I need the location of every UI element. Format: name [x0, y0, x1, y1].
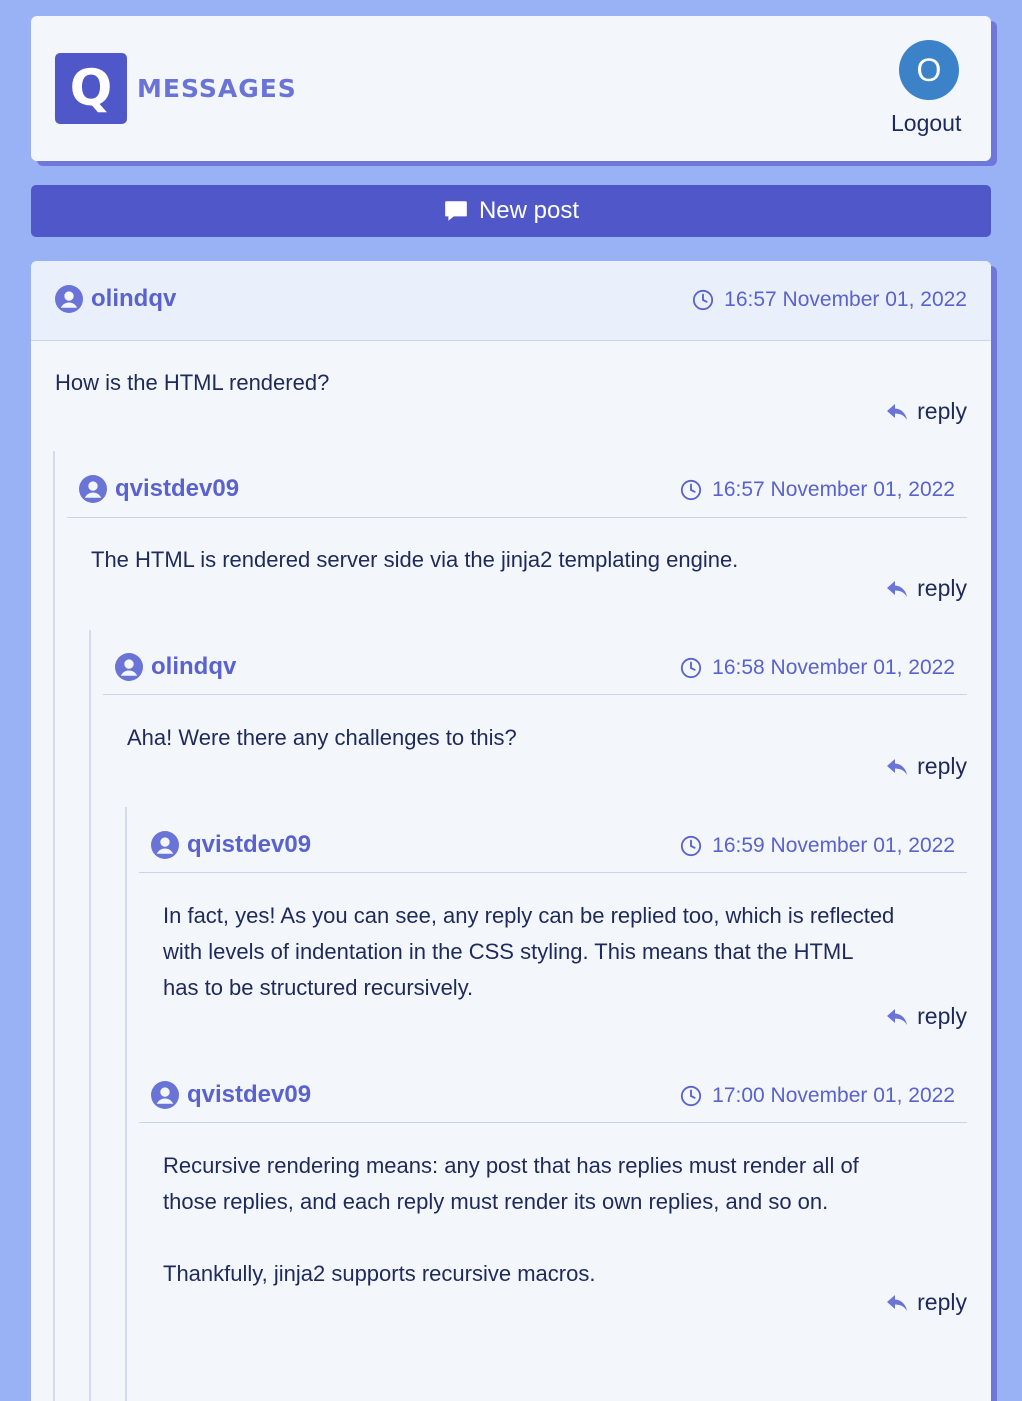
post-body-line — [163, 1220, 983, 1256]
clock-icon — [693, 289, 714, 311]
post-author-name: qvistdev09 — [187, 1081, 312, 1108]
post-time: 17:00 November 01, 2022 — [712, 1084, 955, 1107]
thread-card: olindqv 16:57 November 01, 2022 How is t… — [31, 261, 991, 1401]
post-body-line: with levels of indentation in the CSS st… — [163, 939, 854, 964]
reply-arrow-icon — [887, 403, 908, 420]
post-author-name: qvistdev09 — [115, 475, 240, 502]
app-header: Q MESSAGES O Logout — [31, 16, 991, 161]
post-timestamp: 16:57 November 01, 2022 — [692, 288, 967, 312]
post-time: 16:57 November 01, 2022 — [712, 478, 955, 501]
app-logo[interactable]: Q — [55, 53, 127, 124]
post-author[interactable]: qvistdev09 — [79, 475, 239, 503]
post-body: Recursive rendering means: any post that… — [163, 1148, 983, 1292]
post-body-line: those replies, and each reply must rende… — [163, 1189, 829, 1214]
post-timestamp: 17:00 November 01, 2022 — [680, 1084, 955, 1108]
post-divider — [67, 517, 967, 518]
post-timestamp: 16:58 November 01, 2022 — [680, 656, 955, 680]
post-author[interactable]: qvistdev09 — [151, 831, 311, 859]
post-author[interactable]: olindqv — [115, 653, 236, 681]
post-body: In fact, yes! As you can see, any reply … — [163, 898, 983, 1006]
post-timestamp: 16:57 November 01, 2022 — [680, 478, 955, 502]
user-circle-icon — [151, 831, 179, 859]
reply-label: reply — [917, 753, 967, 779]
indent-guide-3 — [125, 807, 127, 1401]
post-author-name: olindqv — [91, 285, 177, 312]
reply-button[interactable]: reply — [885, 1289, 967, 1316]
user-circle-icon — [151, 1081, 179, 1109]
clock-icon — [681, 835, 702, 857]
post-body: Aha! Were there any challenges to this? — [127, 725, 517, 750]
post-timestamp: 16:59 November 01, 2022 — [680, 834, 955, 858]
indent-guide-1 — [53, 451, 55, 1401]
reply-button[interactable]: reply — [885, 753, 967, 780]
post-body: The HTML is rendered server side via the… — [91, 547, 739, 572]
reply-label: reply — [917, 1289, 967, 1315]
post-author-name: olindqv — [151, 653, 237, 680]
user-avatar[interactable]: O — [899, 40, 959, 100]
reply-button[interactable]: reply — [885, 1003, 967, 1030]
clock-icon — [681, 479, 702, 501]
reply-arrow-icon — [887, 1008, 908, 1025]
post-body: How is the HTML rendered? — [55, 370, 330, 395]
post-divider — [139, 1122, 967, 1123]
reply-arrow-icon — [887, 580, 908, 597]
logout-link[interactable]: Logout — [891, 110, 961, 137]
post-author[interactable]: qvistdev09 — [151, 1081, 311, 1109]
post-body-line: In fact, yes! As you can see, any reply … — [163, 903, 895, 928]
post-divider — [103, 694, 967, 695]
reply-button[interactable]: reply — [885, 575, 967, 602]
reply-label: reply — [917, 1003, 967, 1029]
post-body-line: has to be structured recursively. — [163, 975, 474, 1000]
user-circle-icon — [115, 653, 143, 681]
post-divider — [139, 872, 967, 873]
post-author[interactable]: olindqv — [55, 285, 176, 313]
post-body-line: Recursive rendering means: any post that… — [163, 1153, 859, 1178]
reply-label: reply — [917, 575, 967, 601]
clock-icon — [681, 1085, 702, 1107]
post-author-name: qvistdev09 — [187, 831, 312, 858]
reply-arrow-icon — [887, 758, 908, 775]
new-post-label: New post — [478, 197, 580, 224]
post-time: 16:57 November 01, 2022 — [724, 288, 967, 311]
reply-arrow-icon — [887, 1294, 908, 1311]
user-circle-icon — [55, 285, 83, 313]
post-body-line: Thankfully, jinja2 supports recursive ma… — [163, 1261, 596, 1286]
app-title: MESSAGES — [137, 74, 297, 103]
user-circle-icon — [79, 475, 107, 503]
reply-label: reply — [917, 398, 967, 424]
post-time: 16:59 November 01, 2022 — [712, 834, 955, 857]
clock-icon — [681, 657, 702, 679]
indent-guide-2 — [89, 630, 91, 1401]
comment-icon — [445, 201, 467, 221]
post-time: 16:58 November 01, 2022 — [712, 656, 955, 679]
reply-button[interactable]: reply — [885, 398, 967, 425]
new-post-button[interactable]: New post — [31, 185, 991, 237]
